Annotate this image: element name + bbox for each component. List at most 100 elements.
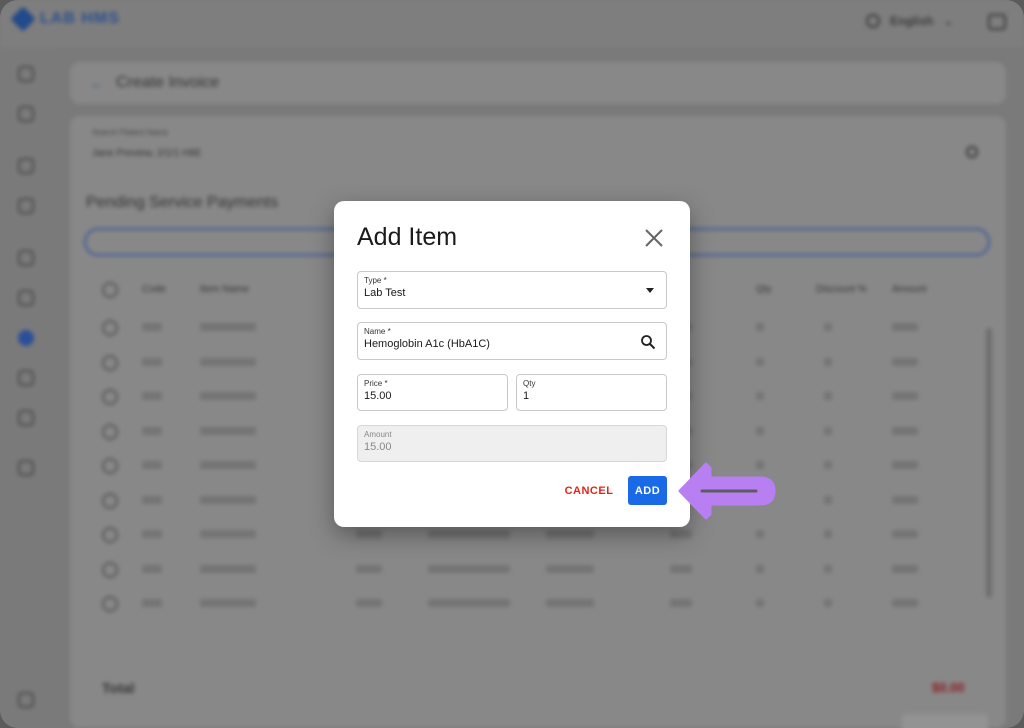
table-cell bbox=[200, 392, 256, 400]
type-value: Lab Test bbox=[364, 287, 406, 299]
sidebar-settings-icon[interactable] bbox=[18, 460, 34, 476]
row-checkbox[interactable] bbox=[102, 596, 118, 612]
create-invoice-button[interactable] bbox=[902, 714, 988, 728]
table-cell bbox=[824, 599, 832, 607]
table-cell bbox=[892, 392, 918, 400]
sidebar-reports-icon[interactable] bbox=[18, 370, 34, 386]
table-cell bbox=[892, 323, 918, 331]
table-cell bbox=[200, 461, 256, 469]
table-cell bbox=[356, 599, 382, 607]
table-cell bbox=[824, 426, 832, 435]
table-cell bbox=[356, 564, 382, 573]
table-cell bbox=[670, 530, 692, 538]
row-checkbox[interactable] bbox=[102, 320, 118, 336]
select-all-checkbox[interactable] bbox=[102, 282, 118, 298]
app-frame: LAB HMS English ⌄ ← Create Invoice Searc… bbox=[0, 0, 1024, 728]
sidebar-tests-icon[interactable] bbox=[18, 250, 34, 266]
sidebar-users-icon[interactable] bbox=[18, 106, 34, 122]
amount-field: Amount 15.00 bbox=[357, 425, 667, 462]
page-header: ← Create Invoice bbox=[70, 62, 1006, 104]
sidebar bbox=[0, 48, 52, 728]
price-label: Price * bbox=[364, 379, 388, 388]
back-arrow-icon[interactable]: ← bbox=[90, 75, 104, 91]
table-cell bbox=[428, 530, 510, 538]
table-cell bbox=[756, 392, 764, 400]
qty-value: 1 bbox=[523, 390, 530, 402]
table-cell bbox=[824, 564, 832, 573]
dialog-title: Add Item bbox=[357, 223, 458, 251]
table-cell bbox=[142, 357, 162, 366]
dropdown-caret-icon bbox=[646, 288, 654, 293]
section-title: Pending Service Payments bbox=[86, 194, 279, 211]
table-cell bbox=[142, 599, 162, 607]
sidebar-billing-icon[interactable] bbox=[18, 330, 34, 346]
brand-name: LAB HMS bbox=[40, 10, 120, 27]
table-cell bbox=[142, 392, 162, 400]
close-icon[interactable] bbox=[643, 227, 665, 249]
sidebar-doctors-icon[interactable] bbox=[18, 198, 34, 214]
table-cell bbox=[546, 599, 594, 607]
total-value: $0.00 bbox=[932, 680, 965, 695]
amount-value: 15.00 bbox=[364, 441, 392, 453]
cancel-button[interactable]: CANCEL bbox=[559, 480, 619, 502]
table-cell bbox=[200, 495, 256, 504]
sidebar-collapse-icon[interactable] bbox=[18, 692, 34, 708]
table-cell bbox=[142, 495, 162, 504]
column-header: Qty bbox=[756, 284, 772, 295]
language-label: English bbox=[890, 14, 934, 28]
sidebar-dashboard-icon[interactable] bbox=[18, 66, 34, 82]
top-bar: LAB HMS English ⌄ bbox=[0, 0, 1024, 48]
table-cell bbox=[200, 357, 256, 366]
sidebar-inventory-icon[interactable] bbox=[18, 410, 34, 426]
table-cell bbox=[892, 495, 918, 504]
table-cell bbox=[824, 461, 832, 469]
table-cell bbox=[142, 461, 162, 469]
add-button[interactable]: ADD bbox=[628, 476, 667, 505]
table-cell bbox=[824, 357, 832, 366]
table-cell bbox=[428, 564, 510, 573]
price-field[interactable]: Price * 15.00 bbox=[357, 374, 508, 411]
price-value: 15.00 bbox=[364, 390, 392, 402]
sidebar-patients-icon[interactable] bbox=[18, 158, 34, 174]
row-checkbox[interactable] bbox=[102, 389, 118, 405]
qty-field[interactable]: Qty 1 bbox=[516, 374, 667, 411]
table-row[interactable] bbox=[84, 554, 990, 588]
row-checkbox[interactable] bbox=[102, 423, 118, 440]
row-checkbox[interactable] bbox=[102, 492, 118, 509]
table-cell bbox=[756, 426, 764, 435]
table-cell bbox=[200, 599, 256, 607]
logout-icon[interactable] bbox=[988, 14, 1006, 30]
logo-mark-icon bbox=[10, 6, 36, 32]
row-checkbox[interactable] bbox=[102, 561, 118, 578]
table-cell bbox=[546, 564, 594, 573]
table-cell bbox=[892, 530, 918, 538]
globe-icon bbox=[866, 14, 880, 28]
row-checkbox[interactable] bbox=[102, 458, 118, 474]
column-header: Code bbox=[142, 284, 166, 295]
logo: LAB HMS bbox=[10, 6, 120, 32]
sidebar-samples-icon[interactable] bbox=[18, 290, 34, 306]
search-icon[interactable] bbox=[640, 334, 656, 350]
column-header: Discount % bbox=[816, 284, 867, 295]
table-scrollbar[interactable] bbox=[986, 328, 992, 598]
type-select[interactable]: Type * Lab Test bbox=[357, 271, 667, 309]
column-header: Item Name bbox=[200, 284, 249, 295]
table-cell bbox=[142, 530, 162, 538]
patient-search-value[interactable]: Jane Preview, 2/1/1 H8E bbox=[92, 148, 202, 159]
row-checkbox[interactable] bbox=[102, 354, 118, 371]
table-cell bbox=[756, 599, 764, 607]
patient-search-icon[interactable] bbox=[966, 146, 978, 158]
qty-label: Qty bbox=[523, 379, 536, 388]
table-cell bbox=[546, 530, 594, 538]
name-field[interactable]: Name * Hemoglobin A1c (HbA1C) bbox=[357, 322, 667, 360]
table-cell bbox=[200, 426, 256, 435]
table-cell bbox=[356, 530, 382, 538]
table-cell bbox=[428, 599, 510, 607]
table-cell bbox=[200, 323, 256, 331]
table-cell bbox=[824, 323, 832, 331]
table-row[interactable] bbox=[84, 588, 990, 622]
add-item-dialog: Add Item Type * Lab Test Name * Hemoglob… bbox=[334, 201, 690, 527]
language-selector[interactable]: English ⌄ bbox=[866, 14, 953, 28]
type-label: Type * bbox=[364, 276, 387, 285]
row-checkbox[interactable] bbox=[102, 527, 118, 543]
